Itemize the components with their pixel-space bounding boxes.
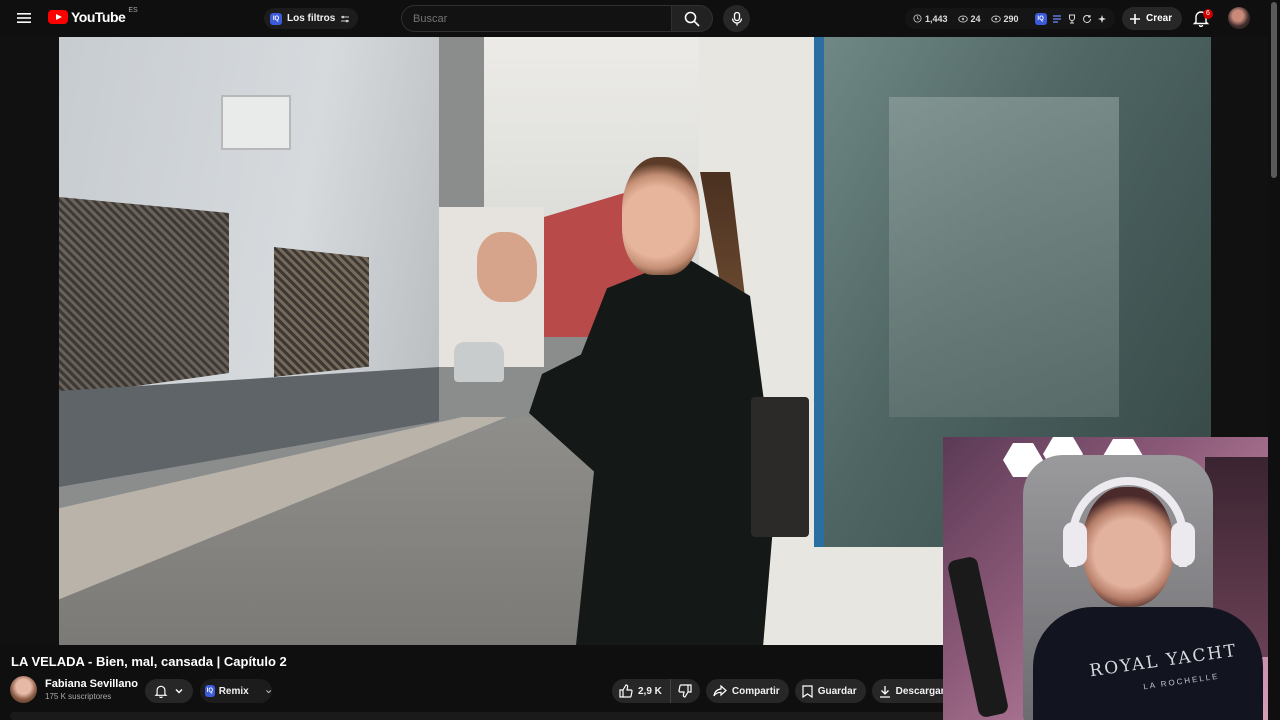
- stat-value: 290: [1003, 13, 1019, 24]
- webcam-microphone: [946, 555, 1010, 719]
- download-button[interactable]: Descargar: [871, 679, 954, 703]
- extension-badge-icon: IQ: [205, 685, 215, 697]
- thumbs-down-icon: [678, 684, 692, 698]
- scene-reflection: [889, 97, 1119, 417]
- webcam-overlay: ROYAL YACHT LA ROCHELLE: [943, 437, 1280, 720]
- search-input[interactable]: [401, 5, 671, 32]
- channel-info: Fabiana Sevillano 175 K suscriptores: [10, 676, 138, 703]
- like-count: 2,9 K: [638, 685, 662, 697]
- headphone-cup: [1171, 522, 1195, 566]
- page-scrollbar[interactable]: [1268, 0, 1280, 720]
- chevron-down-icon: [265, 689, 271, 693]
- subscription-bell-button[interactable]: [145, 679, 193, 703]
- top-bar: YouTube ES IQ Los filtros 1,443 24 290: [0, 0, 1280, 37]
- extension-badge-icon: IQ: [270, 12, 282, 25]
- filters-label: Los filtros: [287, 13, 336, 24]
- logo-text: YouTube: [71, 9, 126, 25]
- subscriber-count: 175 K suscriptores: [45, 692, 112, 701]
- scene-car: [454, 342, 504, 382]
- bell-icon: [154, 685, 168, 698]
- hamburger-menu-icon[interactable]: [12, 6, 36, 30]
- search-bar: [401, 5, 713, 32]
- like-button[interactable]: 2,9 K: [612, 679, 671, 703]
- stat-views-a: 24: [957, 13, 981, 24]
- stat-views-b: 290: [990, 13, 1019, 24]
- notification-count-badge: 6: [1203, 9, 1213, 19]
- scene-woman-hand: [477, 232, 537, 302]
- scene-window: [274, 247, 369, 377]
- scene-window: [59, 197, 229, 397]
- chevron-down-icon: [175, 689, 183, 694]
- trophy-icon[interactable]: [1067, 14, 1077, 24]
- clock-icon: [913, 14, 922, 23]
- save-button[interactable]: Guardar: [794, 679, 866, 703]
- download-icon: [879, 685, 890, 698]
- scene-ac-unit: [221, 95, 291, 150]
- voice-search-button[interactable]: [723, 5, 750, 32]
- extension-icons: IQ: [1034, 12, 1107, 25]
- bookmark-icon: [802, 684, 813, 698]
- channel-name[interactable]: Fabiana Sevillano: [45, 678, 138, 690]
- extension-badge-icon[interactable]: IQ: [1034, 12, 1047, 25]
- create-button[interactable]: Crear: [1122, 7, 1183, 30]
- region-code: ES: [128, 6, 138, 14]
- channel-text: Fabiana Sevillano 175 K suscriptores: [45, 678, 138, 701]
- filters-button[interactable]: IQ Los filtros: [264, 8, 359, 29]
- share-button[interactable]: Compartir: [705, 679, 789, 703]
- headphone-cup: [1063, 522, 1087, 566]
- eye-icon: [957, 15, 968, 22]
- download-label: Descargar: [895, 685, 945, 697]
- remix-button[interactable]: IQ Remix: [200, 679, 272, 703]
- search-icon: [684, 11, 700, 27]
- save-label: Guardar: [817, 685, 857, 697]
- sliders-icon: [340, 14, 350, 24]
- scrollbar-thumb[interactable]: [1271, 2, 1277, 178]
- share-label: Compartir: [731, 685, 780, 697]
- search-button[interactable]: [671, 5, 713, 32]
- refresh-icon[interactable]: [1082, 14, 1092, 24]
- microphone-icon: [731, 11, 742, 25]
- scene-bag: [751, 397, 809, 537]
- video-title: LA VELADA - Bien, mal, cansada | Capítul…: [11, 654, 287, 669]
- youtube-play-icon: [48, 10, 68, 24]
- stat-value: 1,443: [925, 13, 948, 24]
- plus-icon: [1130, 13, 1140, 24]
- eye-icon: [990, 15, 1001, 22]
- create-label: Crear: [1146, 13, 1173, 24]
- channel-avatar[interactable]: [10, 676, 37, 703]
- thumbs-up-icon: [619, 684, 633, 698]
- account-avatar[interactable]: [1228, 7, 1250, 29]
- video-actions: 2,9 K Compartir Guardar Descargar: [612, 679, 954, 703]
- extension-stats: 1,443 24 290 IQ: [905, 8, 1115, 29]
- dislike-button[interactable]: [671, 679, 700, 703]
- stat-watch-time: 1,443: [913, 14, 948, 24]
- list-icon[interactable]: [1052, 14, 1062, 24]
- remix-label: Remix: [218, 685, 249, 697]
- stat-value: 24: [970, 13, 981, 24]
- sparkle-icon[interactable]: [1097, 14, 1107, 24]
- like-dislike-group: 2,9 K: [612, 679, 700, 703]
- youtube-logo[interactable]: YouTube ES: [48, 6, 138, 25]
- share-icon: [713, 685, 727, 697]
- scene-woman-head: [622, 157, 700, 275]
